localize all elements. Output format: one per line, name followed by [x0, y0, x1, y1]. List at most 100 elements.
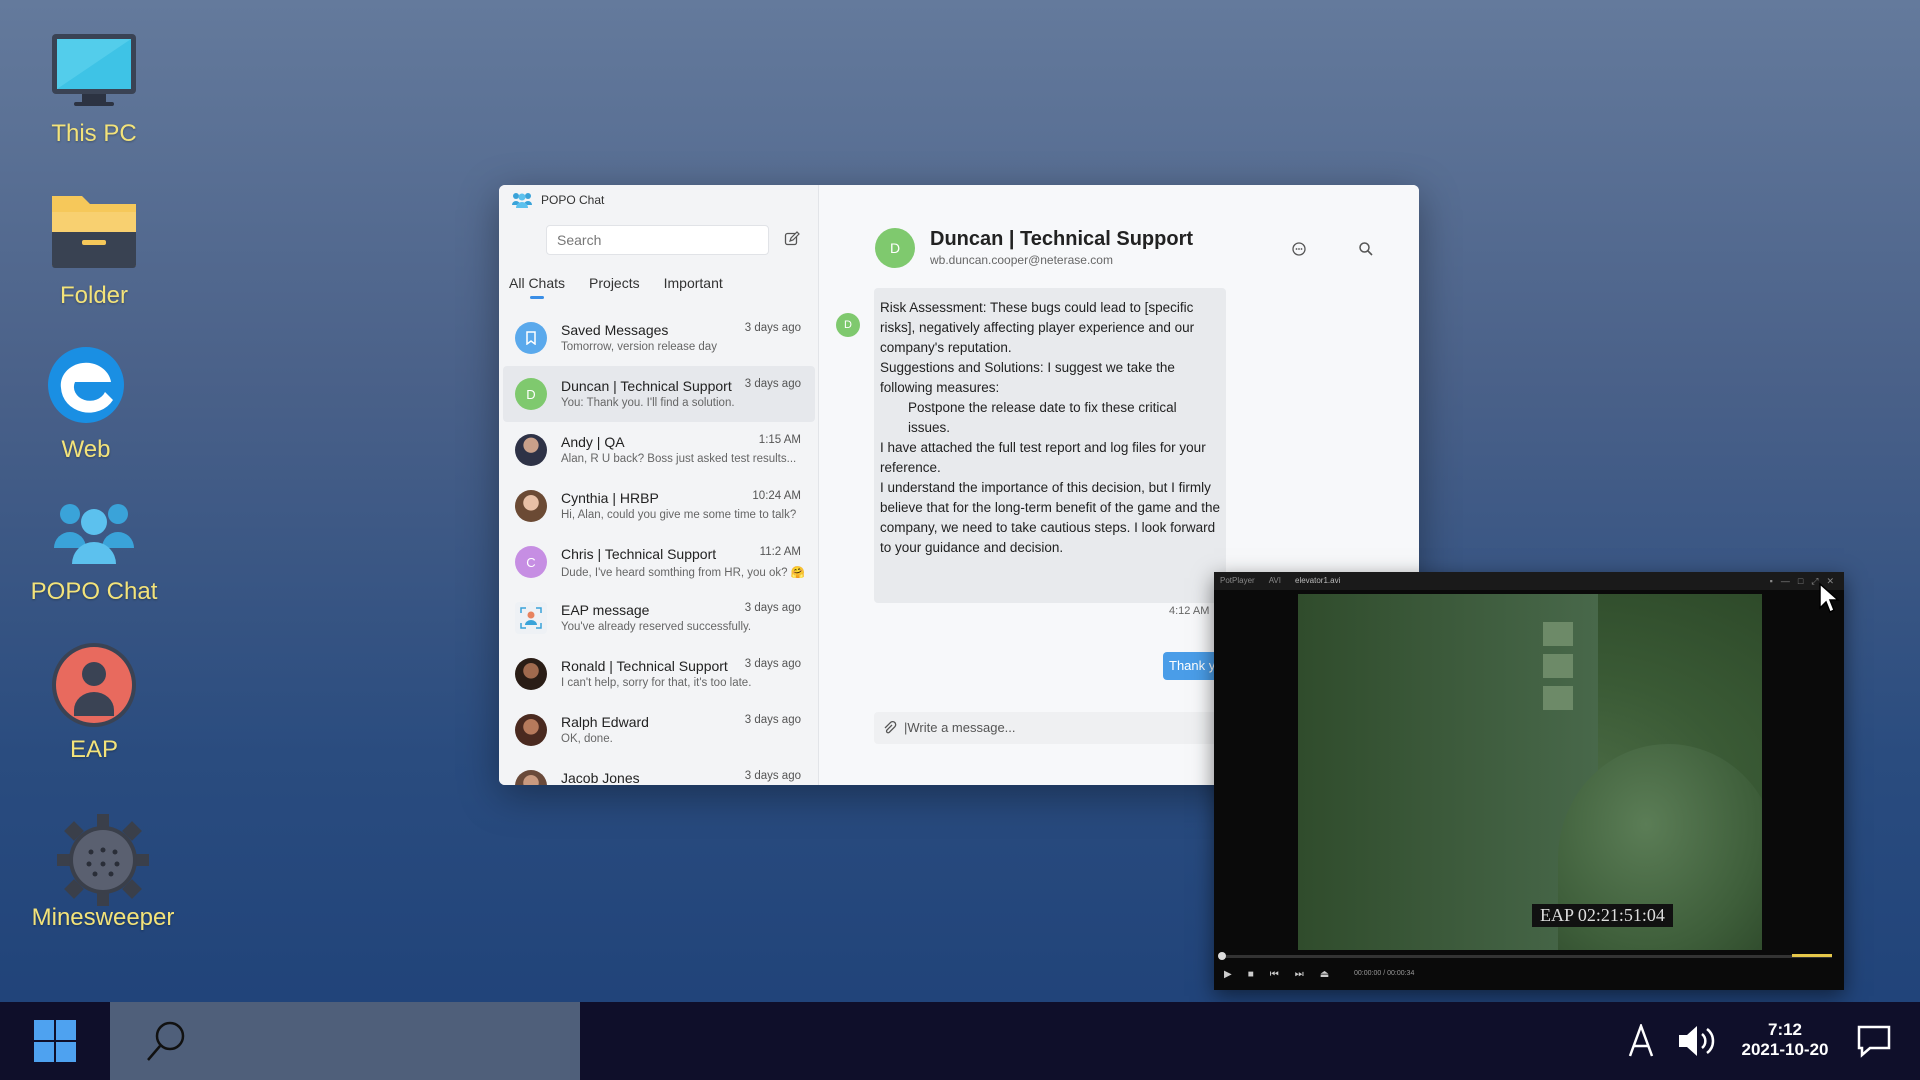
app-logo-icon — [512, 193, 532, 208]
avatar: D — [836, 313, 860, 337]
conversation-eap-message[interactable]: EAP message You've already reserved succ… — [503, 590, 815, 646]
minimize-icon[interactable]: — — [1781, 576, 1790, 587]
taskbar-clock[interactable]: 7:12 2021-10-20 — [1740, 1020, 1830, 1060]
elevator-door — [1298, 594, 1598, 950]
conversation-preview: Hi, Alan, could you give me some time to… — [561, 509, 797, 521]
conversation-time: 10:24 AM — [752, 490, 801, 502]
conversation-name: Saved Messages — [561, 322, 669, 338]
keyboard-language-icon[interactable] — [1626, 1024, 1656, 1058]
compose-icon[interactable] — [784, 231, 800, 247]
message-line: I understand the importance of this deci… — [880, 480, 1220, 555]
taskbar: 7:12 2021-10-20 — [0, 1002, 1920, 1080]
avatar — [515, 658, 547, 690]
conversation-preview: You've already reserved successfully. — [561, 621, 752, 633]
app-title-bar: POPO Chat — [511, 191, 604, 209]
avatar — [515, 490, 547, 522]
video-frame[interactable]: EAP 02:21:51:04 — [1298, 594, 1762, 950]
next-icon[interactable]: ⏭ — [1295, 969, 1304, 980]
stop-icon[interactable]: ■ — [1248, 969, 1254, 980]
conversation-ralph[interactable]: Ralph Edward OK, done. 3 days ago — [503, 702, 815, 758]
conversation-duncan[interactable]: D Duncan | Technical Support You: Thank … — [503, 366, 815, 422]
conversation-list: Saved Messages Tomorrow, version release… — [499, 310, 819, 785]
mouse-cursor-icon — [1819, 582, 1840, 614]
conversation-time: 3 days ago — [744, 322, 801, 334]
message-line: I have attached the full test report and… — [880, 440, 1206, 475]
volume-bar[interactable] — [1792, 954, 1832, 957]
desktop-icon-eap[interactable]: EAP — [4, 640, 184, 764]
conversation-time: 3 days ago — [744, 378, 801, 390]
notifications-icon[interactable] — [1856, 1024, 1892, 1058]
conversation-preview: You: Thank you. I'll find a solution. — [561, 397, 735, 409]
seek-bar[interactable] — [1218, 952, 1832, 960]
eject-icon[interactable]: ⏏ — [1320, 969, 1329, 980]
conversation-header: D Duncan | Technical Support wb.duncan.c… — [819, 185, 1419, 285]
edge-browser-icon — [48, 347, 124, 423]
avatar — [515, 714, 547, 746]
desktop-icon-this-pc[interactable]: This PC — [4, 30, 184, 148]
conversation-name: Ronald | Technical Support — [561, 658, 728, 674]
desktop-icon-label: EAP — [69, 736, 119, 763]
pin-icon[interactable]: ▪ — [1770, 576, 1773, 587]
person-badge-icon — [52, 643, 136, 727]
playback-time: 00:00:00 / 00:00:34 — [1354, 970, 1415, 977]
chat-sidebar: POPO Chat Search All Chats Projects Impo… — [499, 185, 819, 785]
monitor-icon — [52, 34, 136, 106]
desktop-icon-label: Web — [61, 436, 111, 463]
desktop-icon-popo-chat[interactable]: POPO Chat — [4, 496, 184, 606]
conversation-time: 11:2 AM — [759, 546, 801, 558]
windows-logo-icon — [34, 1020, 76, 1062]
conversation-time: 1:15 AM — [758, 434, 801, 446]
taskbar-search[interactable] — [110, 1002, 580, 1080]
tab-projects[interactable]: Projects — [589, 275, 640, 299]
conversation-chris[interactable]: C Chris | Technical Support Dude, I've h… — [503, 534, 815, 590]
desktop-icon-label: Minesweeper — [31, 904, 175, 931]
conversation-time: 3 days ago — [744, 770, 801, 782]
start-button[interactable] — [0, 1002, 110, 1080]
playback-controls: ▶ ■ ⏮ ⏭ ⏏ — [1224, 969, 1329, 980]
avatar — [515, 434, 547, 466]
conversation-name: Cynthia | HRBP — [561, 490, 659, 506]
chat-tabs: All Chats Projects Important — [509, 275, 723, 299]
folder-icon — [52, 196, 136, 268]
tab-all-chats[interactable]: All Chats — [509, 275, 565, 299]
paperclip-icon[interactable] — [881, 720, 897, 736]
volume-icon[interactable] — [1676, 1022, 1716, 1060]
maximize-icon[interactable]: □ — [1798, 576, 1803, 587]
desktop-icon-minesweeper[interactable]: Minesweeper — [13, 810, 193, 932]
conversation-saved-messages[interactable]: Saved Messages Tomorrow, version release… — [503, 310, 815, 366]
desktop-icon-web[interactable]: Web — [0, 340, 176, 464]
previous-icon[interactable]: ⏮ — [1270, 969, 1279, 980]
player-app-name: PotPlayer — [1220, 576, 1255, 585]
message-input[interactable]: |Write a message... — [874, 712, 1224, 744]
search-input[interactable]: Search — [546, 225, 769, 255]
chat-bubble-icon[interactable] — [1291, 241, 1307, 257]
message-line: Postpone the release date to fix these c… — [908, 400, 1177, 435]
conversation-ronald[interactable]: Ronald | Technical Support I can't help,… — [503, 646, 815, 702]
seek-handle[interactable] — [1218, 952, 1226, 960]
video-timestamp-overlay: EAP 02:21:51:04 — [1532, 904, 1673, 927]
conversation-time: 3 days ago — [744, 658, 801, 670]
conversation-name: Duncan | Technical Support — [561, 378, 732, 394]
video-player-window: PotPlayer AVI elevator1.avi ▪ — □ ⤢ ✕ EA… — [1214, 572, 1844, 990]
avatar: C — [515, 546, 547, 578]
conversation-name: Chris | Technical Support — [561, 546, 717, 562]
search-icon — [147, 1021, 185, 1061]
desktop-icon-folder[interactable]: Folder — [4, 186, 184, 310]
conversation-preview: Tomorrow, version release day — [561, 341, 717, 353]
scan-person-icon — [515, 602, 547, 634]
conversation-preview: OK, done. — [561, 733, 613, 745]
avatar — [515, 770, 547, 785]
conversation-time: 3 days ago — [744, 714, 801, 726]
conversation-name: Ralph Edward — [561, 714, 649, 730]
play-icon[interactable]: ▶ — [1224, 969, 1232, 980]
conversation-andy[interactable]: Andy | QA Alan, R U back? Boss just aske… — [503, 422, 815, 478]
player-filename: elevator1.avi — [1295, 576, 1341, 585]
search-icon[interactable] — [1358, 241, 1374, 257]
desktop-icon-label: This PC — [51, 120, 137, 147]
tab-important[interactable]: Important — [664, 275, 723, 299]
elevator-panel — [1543, 622, 1573, 646]
conversation-jacob[interactable]: Jacob Jones 3 days ago — [503, 758, 815, 785]
conversation-cynthia[interactable]: Cynthia | HRBP Hi, Alan, could you give … — [503, 478, 815, 534]
conversation-preview: Dude, I've heard somthing from HR, you o… — [561, 567, 806, 579]
bookmark-icon — [515, 322, 547, 354]
